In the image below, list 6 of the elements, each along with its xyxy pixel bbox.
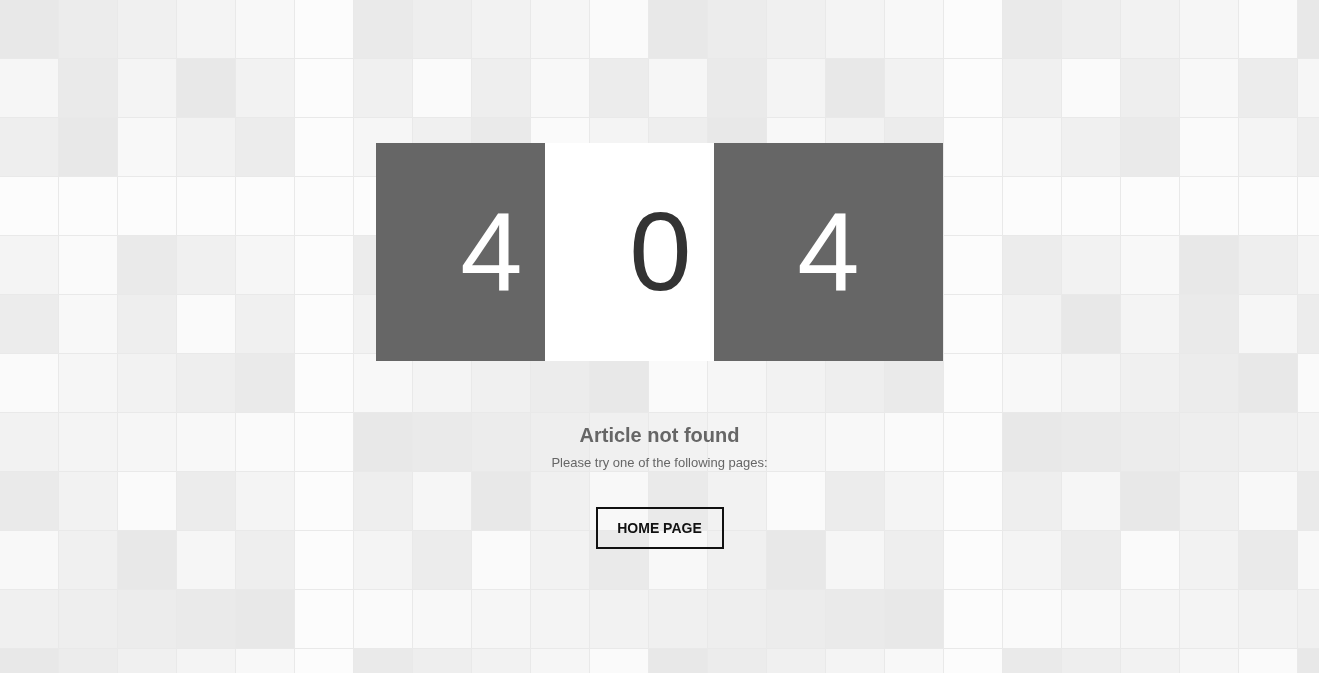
home-page-button[interactable]: HOME PAGE — [595, 507, 724, 549]
error-heading: Article not found — [579, 423, 740, 447]
error-digit: 4 — [714, 143, 943, 361]
error-message: Please try one of the following pages: — [551, 455, 768, 471]
error-digit: 4 — [376, 143, 545, 361]
error-digit: 0 — [545, 143, 714, 361]
